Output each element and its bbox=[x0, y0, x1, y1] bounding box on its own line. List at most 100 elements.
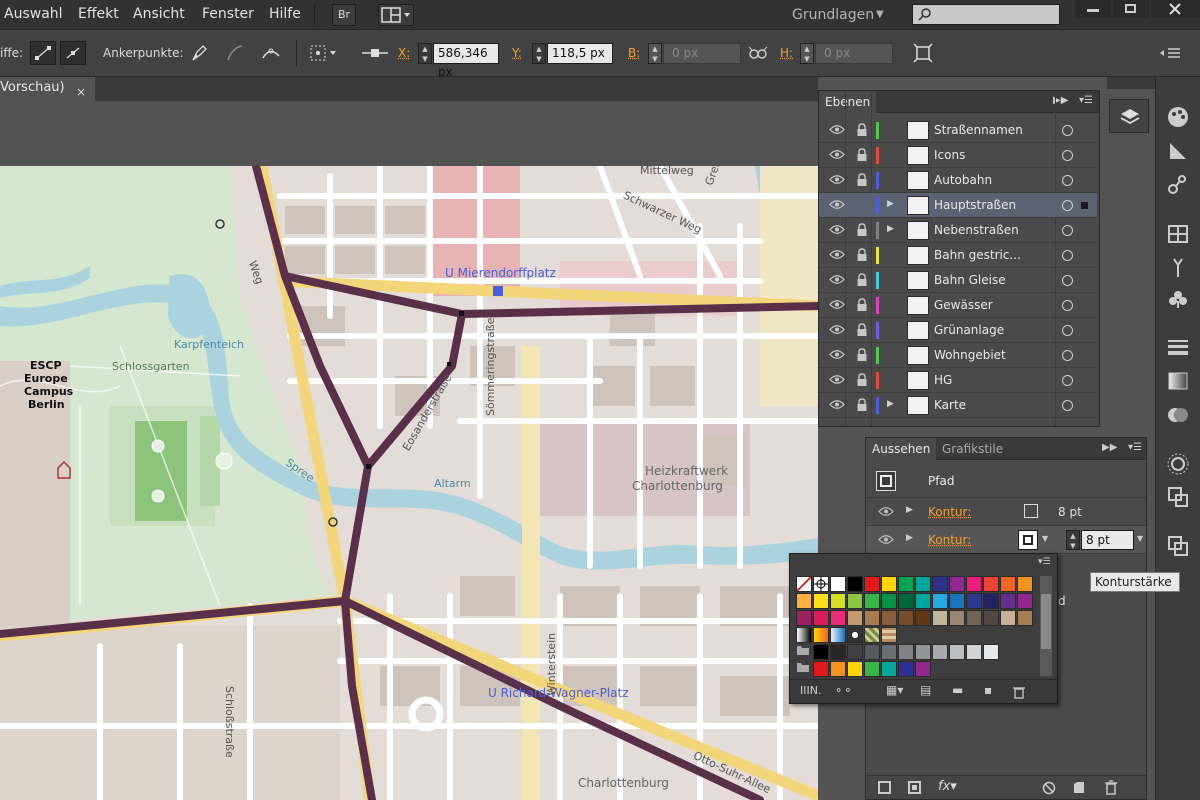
convert-corner-button[interactable] bbox=[30, 41, 56, 65]
swatch-color[interactable] bbox=[915, 661, 931, 677]
layer-target-icon[interactable] bbox=[1062, 150, 1073, 161]
appearance-stroke-row-2[interactable]: ▶ Kontur: ▼ ▲ ▼ 8 pt ▼ bbox=[866, 526, 1146, 554]
swatch-gradient[interactable] bbox=[830, 627, 846, 643]
swatch-color[interactable] bbox=[949, 610, 965, 626]
lock-icon[interactable] bbox=[856, 148, 868, 162]
layer-row[interactable]: ▶ Hauptstraßen bbox=[819, 193, 1097, 218]
layer-target-icon[interactable] bbox=[1062, 375, 1073, 386]
remove-anchor-icon[interactable] bbox=[188, 42, 210, 64]
dropdown-arrow-icon[interactable]: ▼ bbox=[1042, 534, 1048, 543]
swatch-libraries-icon[interactable]: IIIN. bbox=[800, 684, 821, 697]
document-tab[interactable]: Vorschau) × bbox=[0, 77, 95, 101]
stroke-weight-stepper[interactable]: ▲ ▼ bbox=[1066, 530, 1080, 550]
expand-arrow-icon[interactable]: ▶ bbox=[887, 199, 894, 209]
tab-aussehen[interactable]: Aussehen bbox=[866, 438, 937, 460]
lock-icon[interactable] bbox=[856, 173, 868, 187]
menu-effekt[interactable]: Effekt bbox=[78, 6, 119, 22]
menu-auswahl[interactable]: Auswahl bbox=[4, 6, 63, 22]
expand-arrow-icon[interactable]: ▶ bbox=[887, 224, 894, 234]
layer-target-icon[interactable] bbox=[1062, 400, 1073, 411]
swatch-color[interactable] bbox=[898, 610, 914, 626]
swatch-color[interactable] bbox=[898, 593, 914, 609]
transform-reference-icon[interactable] bbox=[308, 42, 340, 64]
swatch-color[interactable] bbox=[830, 610, 846, 626]
visibility-eye-icon[interactable] bbox=[878, 534, 894, 545]
add-fill-icon[interactable] bbox=[908, 781, 921, 794]
stroke-weight-dropdown-icon[interactable]: ▼ bbox=[1137, 534, 1143, 543]
visibility-eye-icon[interactable] bbox=[829, 174, 845, 185]
layer-target-icon[interactable] bbox=[1062, 225, 1073, 236]
layers-dock-button[interactable] bbox=[1109, 99, 1149, 133]
align-icon[interactable] bbox=[1166, 485, 1190, 509]
y-stepper[interactable]: ▲ ▼ bbox=[532, 43, 546, 64]
menu-fenster[interactable]: Fenster bbox=[202, 6, 254, 22]
selection-indicator[interactable] bbox=[1081, 202, 1088, 209]
search-input[interactable] bbox=[912, 4, 1060, 25]
visibility-eye-icon[interactable] bbox=[829, 224, 845, 235]
layer-target-icon[interactable] bbox=[1062, 300, 1073, 311]
folder-icon[interactable]: ▬ bbox=[952, 683, 963, 697]
maximize-button[interactable] bbox=[1113, 0, 1149, 18]
swatch-color[interactable] bbox=[915, 593, 931, 609]
minimize-button[interactable] bbox=[1075, 0, 1111, 18]
swatch-color[interactable] bbox=[864, 593, 880, 609]
swatch-color[interactable] bbox=[796, 593, 812, 609]
swatch-color[interactable] bbox=[1000, 593, 1016, 609]
swatch-color[interactable] bbox=[881, 661, 897, 677]
swatch-color[interactable] bbox=[864, 610, 880, 626]
workspace-switcher[interactable]: Grundlagen bbox=[792, 7, 874, 23]
layers-panel-menu-icon[interactable]: ▾☰ bbox=[1079, 95, 1093, 106]
swatch-color[interactable] bbox=[847, 661, 863, 677]
swatch-color[interactable] bbox=[830, 661, 846, 677]
swatch-color[interactable] bbox=[1000, 610, 1016, 626]
brushes-icon[interactable] bbox=[1166, 255, 1190, 279]
swatch-color[interactable] bbox=[881, 610, 897, 626]
swatch-color[interactable] bbox=[949, 644, 965, 660]
layer-row[interactable]: ▶ Karte bbox=[819, 393, 1097, 418]
swatch-color[interactable] bbox=[1000, 576, 1016, 592]
swatch-color[interactable] bbox=[966, 610, 982, 626]
swatch-color[interactable] bbox=[898, 661, 914, 677]
new-color-group-icon[interactable]: ▤ bbox=[920, 683, 931, 697]
appearance-stroke-row-1[interactable]: ▶ Kontur: 8 pt bbox=[866, 498, 1146, 526]
swatch-color[interactable] bbox=[983, 593, 999, 609]
swatch-color[interactable] bbox=[966, 644, 982, 660]
height-input[interactable]: 0 px bbox=[815, 43, 893, 64]
swatch-color[interactable] bbox=[949, 576, 965, 592]
layer-target-icon[interactable] bbox=[1062, 200, 1073, 211]
swatch-color[interactable] bbox=[813, 610, 829, 626]
close-window-button[interactable] bbox=[1151, 0, 1200, 18]
tab-ebenen[interactable]: Ebenen bbox=[819, 91, 877, 113]
lock-icon[interactable] bbox=[856, 248, 868, 262]
expand-arrow-icon[interactable]: ▶ bbox=[906, 533, 913, 543]
swatch-color[interactable] bbox=[966, 576, 982, 592]
swatch-color[interactable] bbox=[949, 593, 965, 609]
swatch-color[interactable] bbox=[847, 593, 863, 609]
layer-target-icon[interactable] bbox=[1062, 275, 1073, 286]
swatch-color[interactable] bbox=[932, 593, 948, 609]
layer-row[interactable]: ▶ Nebenstraßen bbox=[819, 218, 1097, 243]
gradient-panel-icon[interactable] bbox=[1166, 369, 1190, 393]
symbols-icon[interactable] bbox=[1166, 173, 1190, 197]
swatch-color[interactable] bbox=[864, 576, 880, 592]
cut-path-icon[interactable] bbox=[224, 42, 246, 64]
map-artboard[interactable]: U Mierendorffplatz Karpfenteich Schlossg… bbox=[0, 166, 818, 800]
layer-row[interactable]: Gewässer bbox=[819, 293, 1097, 318]
visibility-eye-icon[interactable] bbox=[829, 149, 845, 160]
swatch-gradient[interactable] bbox=[796, 627, 812, 643]
swatches-grid-icon[interactable] bbox=[1166, 222, 1190, 246]
swatch-color[interactable] bbox=[983, 576, 999, 592]
layer-row[interactable]: Wohngebiet bbox=[819, 343, 1097, 368]
swatch-color[interactable] bbox=[813, 593, 829, 609]
layer-row[interactable]: Bahn gestric... bbox=[819, 243, 1097, 268]
layer-target-icon[interactable] bbox=[1062, 350, 1073, 361]
lock-icon[interactable] bbox=[856, 323, 868, 337]
swatch-color[interactable] bbox=[796, 610, 812, 626]
x-stepper[interactable]: ▲ ▼ bbox=[418, 43, 432, 64]
bridge-button[interactable]: Br bbox=[332, 4, 356, 26]
swatch-color[interactable] bbox=[966, 593, 982, 609]
swatch-pattern[interactable] bbox=[864, 627, 880, 643]
pathfinder-icon[interactable] bbox=[1166, 534, 1190, 558]
arrange-documents-button[interactable] bbox=[378, 4, 414, 26]
swatch-color[interactable] bbox=[915, 610, 931, 626]
